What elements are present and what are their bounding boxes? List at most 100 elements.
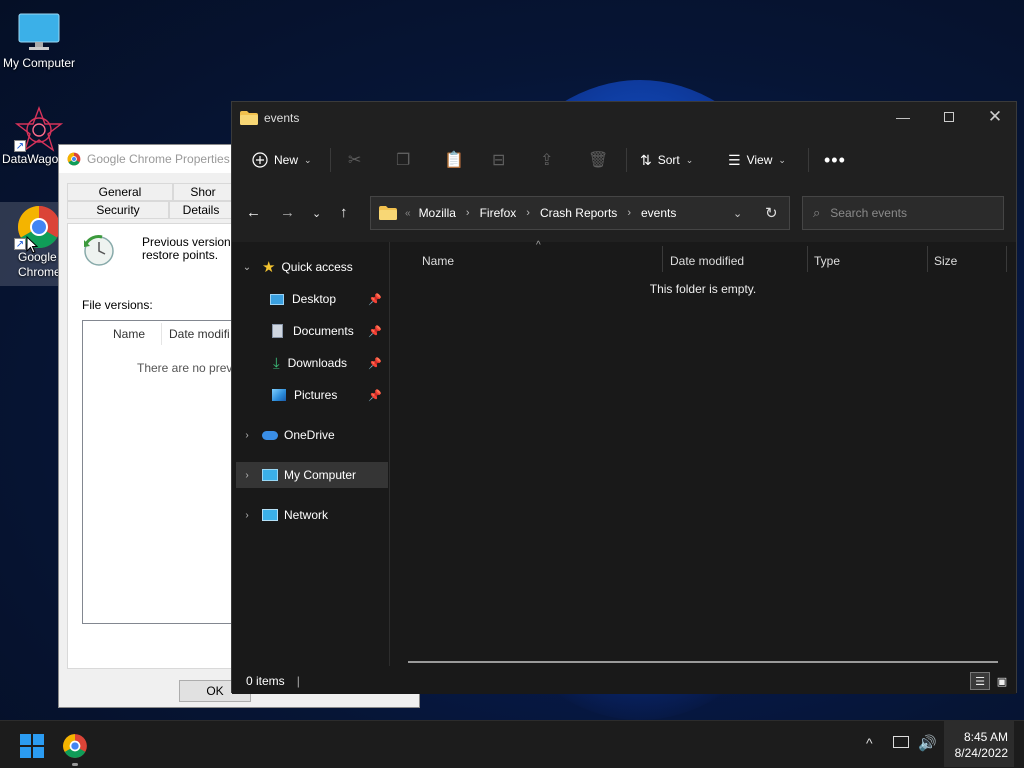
share-icon: ⇪ [540,152,554,169]
sidebar-item-desktop[interactable]: Desktop 📌 [236,286,388,312]
column-header-name[interactable]: Name [422,248,454,274]
overflow-chevron-icon[interactable]: « [405,208,411,219]
paste-button[interactable]: 📋 [444,142,464,178]
search-box[interactable]: ⌕ Search events [802,196,1004,230]
tab-security[interactable]: Security [67,201,169,219]
pin-icon[interactable]: 📌 [368,389,382,402]
chevron-right-icon[interactable]: › [627,207,631,219]
desktop-icon-label: My Computer [2,56,76,70]
windows-logo-icon [20,734,31,745]
breadcrumb-firefox[interactable]: Firefox [480,206,517,220]
arrow-up-icon: ↑ [340,204,348,221]
column-divider [807,246,808,272]
pin-icon[interactable]: 📌 [368,325,382,338]
restore-clock-icon [84,235,114,266]
column-header-date-modified[interactable]: Date modified [670,248,744,274]
taskbar-chrome-button[interactable] [62,733,88,766]
delete-button[interactable]: 🗑 [588,142,608,178]
sidebar-item-downloads[interactable]: ⤓ Downloads 📌 [236,350,388,376]
chevron-right-icon[interactable]: › [240,430,254,441]
arrow-right-icon: → [280,204,295,221]
toolbar-separator [808,148,809,172]
rename-button[interactable]: ⊟ [492,142,505,178]
minimize-icon: — [896,109,910,125]
view-button[interactable]: ☰ View ⌄ [728,142,786,178]
close-button[interactable]: ✕ [972,102,1018,132]
details-view-button[interactable]: ☰ [970,672,990,690]
volume-icon[interactable]: 🔊 [918,734,937,752]
sidebar-item-my-computer[interactable]: › My Computer [236,462,388,488]
share-button[interactable]: ⇪ [540,142,553,178]
up-button[interactable]: ↑ [340,204,348,221]
sidebar-item-pictures[interactable]: Pictures 📌 [236,382,388,408]
chevron-right-icon[interactable]: › [466,207,470,219]
dialog-title: Google Chrome Properties [87,152,230,166]
windows-logo-icon [33,734,44,745]
tab-shortcut[interactable]: Shor [173,183,233,201]
column-header-size[interactable]: Size [934,248,957,274]
more-options-button[interactable]: ••• [824,142,846,178]
address-dropdown-icon[interactable]: ⌄ [733,207,742,220]
sidebar-item-label: Downloads [287,356,348,370]
start-button[interactable] [20,734,44,758]
sort-ascending-icon: ^ [536,240,541,251]
cut-icon: ✂ [348,152,362,169]
folder-icon [240,111,258,125]
sidebar-item-onedrive[interactable]: › OneDrive [236,422,388,448]
cut-button[interactable]: ✂ [348,142,361,178]
chevron-down-icon[interactable]: ⌄ [240,262,254,273]
sidebar-item-documents[interactable]: Documents 📌 [236,318,388,344]
tab-general[interactable]: General [67,183,173,201]
chevron-right-icon[interactable]: › [240,470,254,481]
sidebar-item-network[interactable]: › Network [236,502,388,528]
desktop-folder-icon [270,293,284,305]
column-header-date[interactable]: Date modifi [169,327,230,341]
sidebar-item-label: Documents [293,324,354,338]
arrow-left-icon: ← [246,204,261,221]
copy-button[interactable]: ❐ [396,142,410,178]
maximize-button[interactable] [926,102,972,132]
chevron-right-icon[interactable]: › [240,510,254,521]
chevron-down-icon: ⌄ [778,154,786,165]
breadcrumb-events[interactable]: events [641,206,676,220]
file-explorer-window: events — ✕ New ⌄ ✂ ❐ 📋 ⊟ ⇪ 🗑 ⇅ Sort ⌄ ☰ … [231,101,1017,694]
explorer-titlebar[interactable]: events — ✕ [232,102,1016,134]
recent-locations-button[interactable]: ⌄ [312,207,321,220]
item-count: 0 items [246,674,285,688]
desktop-icon-my-computer[interactable]: My Computer [0,8,78,70]
windows-logo-icon [33,747,44,758]
sidebar-item-quick-access[interactable]: ⌄ ★ Quick access [236,254,388,280]
horizontal-scrollbar[interactable] [408,661,998,663]
column-divider [1006,246,1007,272]
breadcrumb-crash-reports[interactable]: Crash Reports [540,206,617,220]
tiles-view-button[interactable]: ▣ [992,672,1012,690]
pin-icon[interactable]: 📌 [368,357,382,370]
breadcrumb-mozilla[interactable]: Mozilla [419,206,456,220]
shortcut-arrow-icon: ↗ [14,140,26,152]
clock-date: 8/24/2022 [954,746,1008,760]
tab-details[interactable]: Details [169,201,233,219]
computer-icon [262,469,278,481]
mouse-cursor-icon [26,236,38,254]
empty-folder-message: This folder is empty. [649,282,757,296]
column-divider [662,246,663,272]
pin-icon[interactable]: 📌 [368,293,382,306]
network-status-icon[interactable] [893,736,909,748]
rename-icon: ⊟ [492,152,506,169]
file-versions-list[interactable]: Name Date modifi There are no previ [82,320,242,624]
details-view-icon: ☰ [975,675,985,688]
sort-label: Sort [657,153,680,167]
sort-button[interactable]: ⇅ Sort ⌄ [640,142,693,178]
file-list[interactable]: ^ Name Date modified Type Size This fold… [390,240,1016,666]
refresh-icon[interactable]: ↻ [765,204,778,222]
status-divider: | [296,674,300,688]
column-header-type[interactable]: Type [814,248,840,274]
address-bar[interactable]: « Mozilla › Firefox › Crash Reports › ev… [370,196,790,230]
back-button[interactable]: ← [246,204,261,221]
column-header-name[interactable]: Name [113,327,145,341]
forward-button[interactable]: → [280,204,295,221]
show-hidden-icons-button[interactable]: ^ [866,735,873,751]
new-button[interactable]: New ⌄ [252,142,312,178]
chevron-right-icon[interactable]: › [526,207,530,219]
minimize-button[interactable]: — [880,102,926,132]
